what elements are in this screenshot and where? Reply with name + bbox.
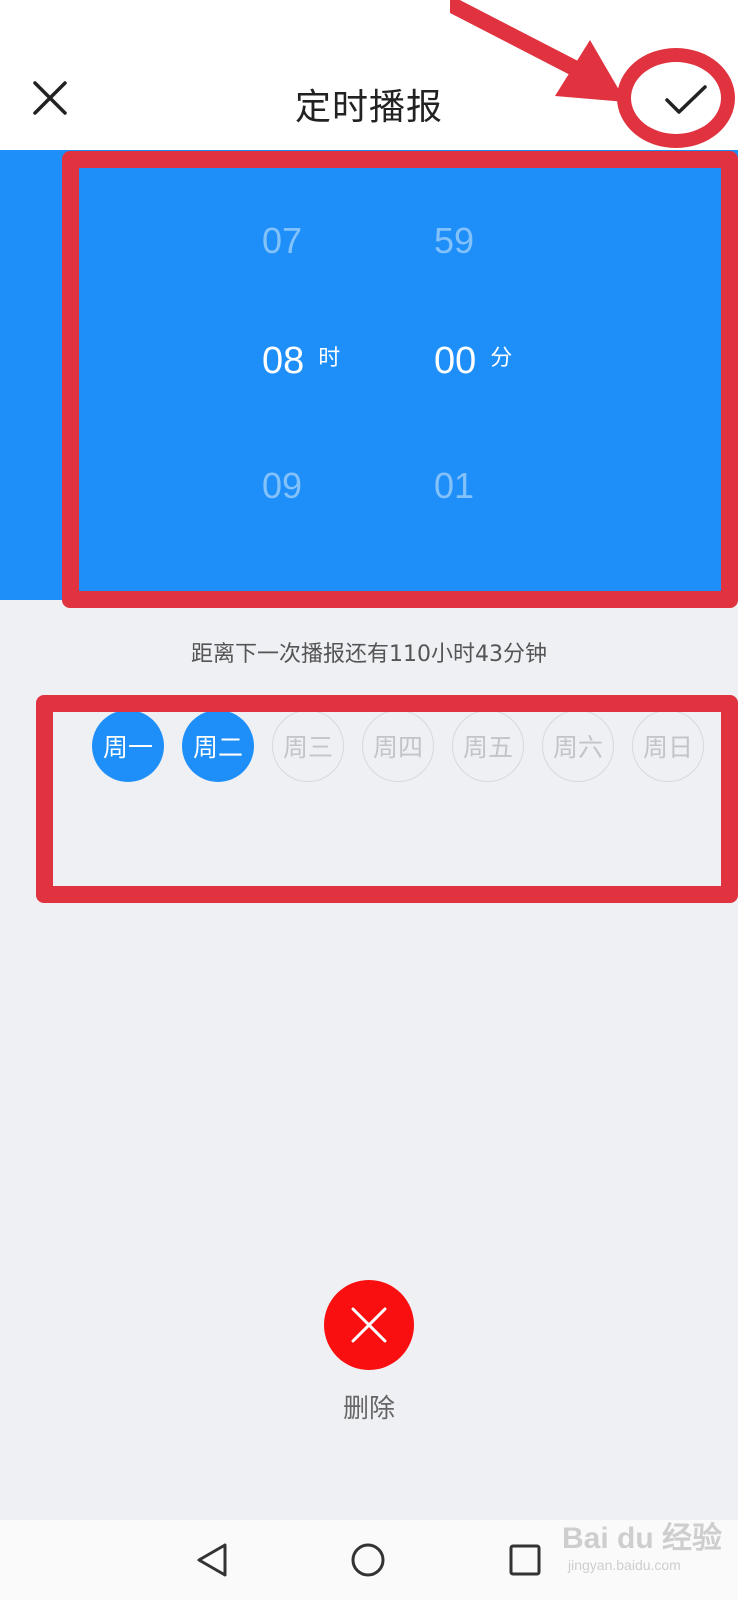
weekday-fri[interactable]: 周五 [452,710,524,782]
confirm-button[interactable] [656,72,716,128]
header-bar: 定时播报 [0,0,738,150]
nav-recent-button[interactable] [503,1538,547,1582]
delete-label: 删除 [342,1394,395,1424]
hour-next[interactable]: 09 [262,465,302,507]
back-triangle-icon [197,1543,227,1577]
weekday-sun[interactable]: 周日 [632,710,704,782]
recent-square-icon [509,1544,541,1576]
home-circle-icon [351,1543,385,1577]
hour-unit: 时 [318,346,341,371]
close-icon [351,1307,387,1343]
nav-back-button[interactable] [190,1538,234,1582]
hour-wheel[interactable]: 07 08 时 09 [262,150,382,600]
countdown-text: 距离下一次播报还有110小时43分钟 [191,642,547,667]
delete-button[interactable] [324,1280,414,1370]
minute-unit: 分 [490,346,513,371]
page-title: 定时播报 [294,87,443,128]
checkmark-icon [665,85,707,114]
minute-next[interactable]: 01 [434,465,474,507]
hour-selected[interactable]: 08 时 [262,340,340,383]
minute-value: 00 [434,340,477,382]
weekday-sat[interactable]: 周六 [542,710,614,782]
minute-prev[interactable]: 59 [434,220,474,262]
hour-value: 08 [262,340,305,382]
weekday-thu[interactable]: 周四 [362,710,434,782]
minute-selected[interactable]: 00 分 [434,340,512,383]
minute-wheel[interactable]: 59 00 分 01 [434,150,554,600]
time-picker: 07 08 时 09 59 00 分 01 [0,150,738,600]
system-nav-bar [0,1520,738,1600]
weekday-mon[interactable]: 周一 [92,710,164,782]
screen: 定时播报 07 08 时 09 59 00 分 01 距离下一次播报还有110小… [0,0,738,1600]
hour-prev[interactable]: 07 [262,220,302,262]
weekday-selector: 周一 周二 周三 周四 周五 周六 周日 [92,710,704,782]
weekday-wed[interactable]: 周三 [272,710,344,782]
nav-home-button[interactable] [346,1538,390,1582]
weekday-tue[interactable]: 周二 [182,710,254,782]
